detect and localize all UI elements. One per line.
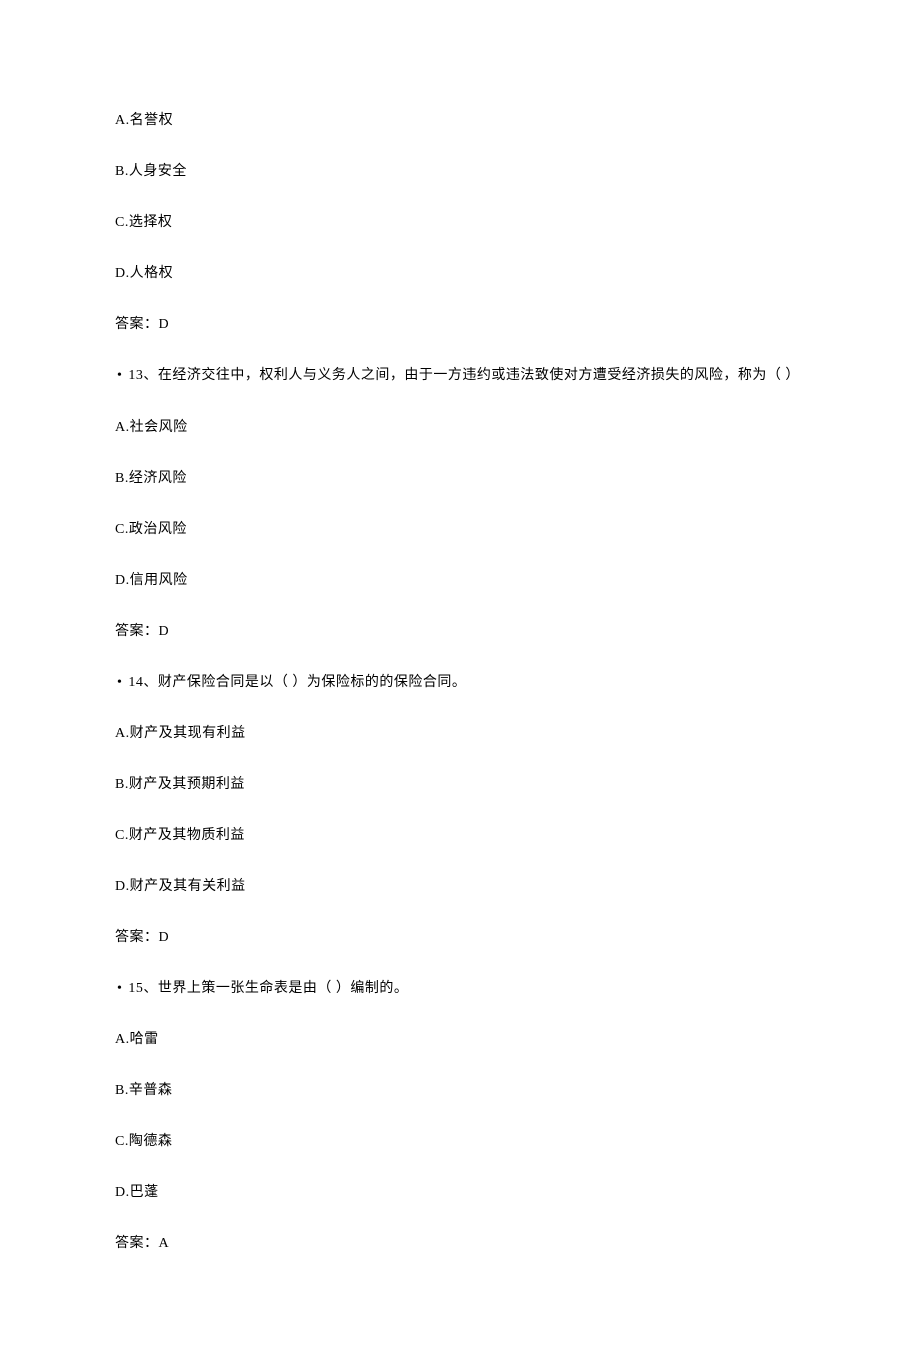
q13-option-b: B.经济风险 [115, 468, 805, 489]
q13-answer: 答案：D [115, 621, 805, 642]
q14-text: 14、财产保险合同是以（ ）为保险标的的保险合同。 [128, 672, 466, 693]
bullet-icon: • [117, 978, 122, 999]
q12-answer: 答案：D [115, 314, 805, 335]
q15-text: 15、世界上策一张生命表是由（ ）编制的。 [128, 978, 408, 999]
q14-answer: 答案：D [115, 927, 805, 948]
q15-option-c: C.陶德森 [115, 1131, 805, 1152]
q14-option-a: A.财产及其现有利益 [115, 723, 805, 744]
q13-option-c: C.政治风险 [115, 519, 805, 540]
q12-option-c: C.选择权 [115, 212, 805, 233]
bullet-icon: • [117, 365, 122, 386]
q13-option-a: A.社会风险 [115, 417, 805, 438]
q12-option-d: D.人格权 [115, 263, 805, 284]
q13-text: 13、在经济交往中，权利人与义务人之间，由于一方违约或违法致使对方遭受经济损失的… [128, 365, 800, 387]
q15-option-a: A.哈雷 [115, 1029, 805, 1050]
q12-option-a: A.名誉权 [115, 110, 805, 131]
q12-option-b: B.人身安全 [115, 161, 805, 182]
q14-option-d: D.财产及其有关利益 [115, 876, 805, 897]
q15-option-d: D.巴蓬 [115, 1182, 805, 1203]
q14-option-c: C.财产及其物质利益 [115, 825, 805, 846]
q14-option-b: B.财产及其预期利益 [115, 774, 805, 795]
q13-option-d: D.信用风险 [115, 570, 805, 591]
q15-question: • 15、世界上策一张生命表是由（ ）编制的。 [115, 978, 805, 999]
q15-option-b: B.辛普森 [115, 1080, 805, 1101]
q15-answer: 答案：A [115, 1233, 805, 1254]
q13-question: • 13、在经济交往中，权利人与义务人之间，由于一方违约或违法致使对方遭受经济损… [115, 365, 805, 387]
bullet-icon: • [117, 672, 122, 693]
q14-question: • 14、财产保险合同是以（ ）为保险标的的保险合同。 [115, 672, 805, 693]
